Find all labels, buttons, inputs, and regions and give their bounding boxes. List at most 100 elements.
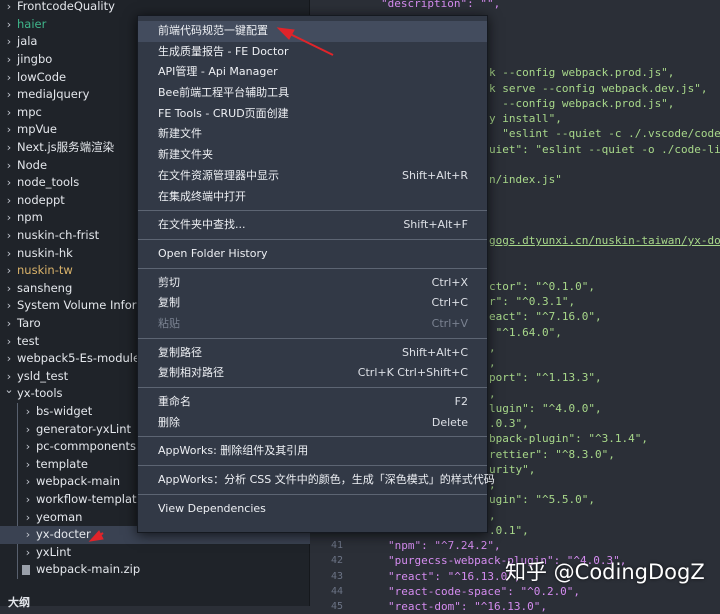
menu-item[interactable]: Open Folder History [138,244,487,265]
menu-item-label: API管理 - Api Manager [158,65,278,79]
chevron-right-icon: › [6,17,12,31]
chevron-right-icon: › [6,229,12,242]
line-number: 42 [331,555,344,567]
menu-item-label: 复制路径 [158,345,202,359]
menu-item-label: FE Tools - CRUD页面创建 [158,106,289,120]
chevron-right-icon: › [6,281,12,295]
menu-item[interactable]: 重命名 F2 [138,392,487,413]
menu-separator [138,238,487,240]
tree-item[interactable]: webpack-main.zip [0,561,310,579]
code-line: lugin": "^4.0.0", [489,401,602,415]
menu-item-label: 新建文件 [158,127,202,141]
code-line: , [489,340,496,354]
chevron-right-icon: › [6,352,12,366]
menu-item-label: 剪切 [158,275,180,289]
menu-separator [138,387,487,388]
menu-separator [138,436,487,438]
tree-item-label: test [17,333,40,348]
tree-item-label: nuskin-hk [17,245,73,260]
tree-item-label: ysld_test [17,368,69,383]
tree-item-label: node_tools [17,175,80,190]
chevron-right-icon: › [25,528,31,542]
tree-item-label: webpack-main.zip [36,562,141,577]
menu-item-label: 在文件资源管理器中显示 [158,168,279,182]
chevron-right-icon: › [6,176,12,190]
chevron-right-icon: › [6,246,12,260]
menu-item[interactable]: 复制 Ctrl+C [138,293,487,314]
tree-item-label: mediaJquery [17,87,90,102]
menu-item[interactable]: 删除 Delete [138,413,487,434]
chevron-right-icon: › [6,299,12,313]
tree-item-label: template [36,456,88,471]
code-line-description: "description": "", [381,0,501,10]
tree-item[interactable]: › yxLint [0,544,310,562]
menu-item[interactable]: AppWorks：分析 CSS 文件中的颜色，生成「深色模式」的样式代码 [138,470,495,491]
menu-item[interactable]: 新建文件夹 [138,145,487,166]
menu-item[interactable]: 生成质量报告 - FE Doctor [138,42,487,63]
chevron-right-icon: › [25,457,31,471]
menu-item-label: AppWorks：分析 CSS 文件中的颜色，生成「深色模式」的样式代码 [158,473,495,487]
menu-item: 粘贴 Ctrl+V [138,314,487,335]
tree-item-label: yx-docter [36,527,91,542]
chevron-right-icon: › [25,510,31,524]
menu-item-shortcut: Ctrl+C [431,296,468,310]
tree-item-label: FrontcodeQuality [17,0,115,14]
menu-item[interactable]: 在文件资源管理器中显示 Shift+Alt+R [138,166,487,187]
chevron-right-icon: › [6,369,12,383]
menu-item[interactable]: Bee前端工程平台辅助工具 [138,83,487,104]
menu-item[interactable]: 前端代码规范一键配置 [138,21,487,42]
menu-item[interactable]: 复制相对路径 Ctrl+K Ctrl+Shift+C [138,363,487,384]
chevron-right-icon: › [6,211,12,225]
line-number: 45 [331,601,344,613]
chevron-right-icon: › [6,193,12,207]
menu-item[interactable]: 在集成终端中打开 [138,187,487,208]
tree-item-label: yxLint [36,544,72,559]
tree-item-label: yx-tools [17,386,63,401]
context-menu: 前端代码规范一键配置生成质量报告 - FE Doctor API管理 - Api … [137,15,495,533]
code-line: port": "^1.13.3", [489,371,602,385]
chevron-right-icon: › [25,440,31,454]
tree-item-label: nodeppt [17,192,65,207]
menu-item[interactable]: 新建文件 [138,124,487,145]
tree-item-label: webpack5-Es-module [17,351,141,366]
menu-item-label: 生成质量报告 - FE Doctor [158,44,289,58]
tree-item-label: haier [17,16,47,31]
menu-item[interactable]: AppWorks: 删除组件及其引用 [138,441,487,462]
line-number: 41 [331,540,344,552]
code-line: "npm": "^7.24.2", [388,539,501,553]
tree-item-label: webpack-main [36,474,120,489]
menu-item-shortcut: Shift+Alt+R [402,168,468,182]
code-line: --config webpack.prod.js", [489,96,675,110]
chevron-right-icon: › [25,405,31,418]
chevron-right-icon: › [6,264,12,278]
code-line: uiet": "eslint --quiet -o ./code-lint- [489,142,720,156]
chevron-right-icon: › [6,35,12,49]
menu-item[interactable]: API管理 - Api Manager [138,62,487,83]
tree-item-label: nuskin-ch-frist [17,228,100,242]
menu-separator [138,267,487,269]
menu-item[interactable]: View Dependencies [138,499,487,520]
menu-item[interactable]: 在文件夹中查找... Shift+Alt+F [138,215,487,236]
code-line: , [489,508,496,522]
menu-item-shortcut: Delete [431,415,468,429]
code-line: urity", [489,462,536,476]
chevron-right-icon: › [25,545,31,559]
menu-item-label: 在文件夹中查找... [158,218,246,232]
menu-item-label: 新建文件夹 [158,148,213,162]
tree-item-label: lowCode [17,69,67,84]
code-line: bpack-plugin": "^3.1.4", [489,432,648,446]
tree-item-label: Next.js服务端渲染 [17,140,115,154]
menu-item[interactable]: FE Tools - CRUD页面创建 [138,104,487,125]
tree-item[interactable]: › FrontcodeQuality [0,0,310,16]
code-line: .0.1", [489,523,529,537]
outline-section-header[interactable]: 大纲 [8,594,30,610]
tree-item-label: yeoman [36,509,83,524]
menu-item[interactable]: 复制路径 Shift+Alt+C [138,343,487,364]
menu-separator [138,337,487,339]
chevron-right-icon: › [6,317,12,330]
menu-item-label: 在集成终端中打开 [158,189,246,203]
menu-item-label: 粘贴 [158,316,180,330]
code-line: , [489,356,496,370]
chevron-right-icon: › [6,0,12,14]
menu-item[interactable]: 剪切 Ctrl+X [138,273,487,294]
